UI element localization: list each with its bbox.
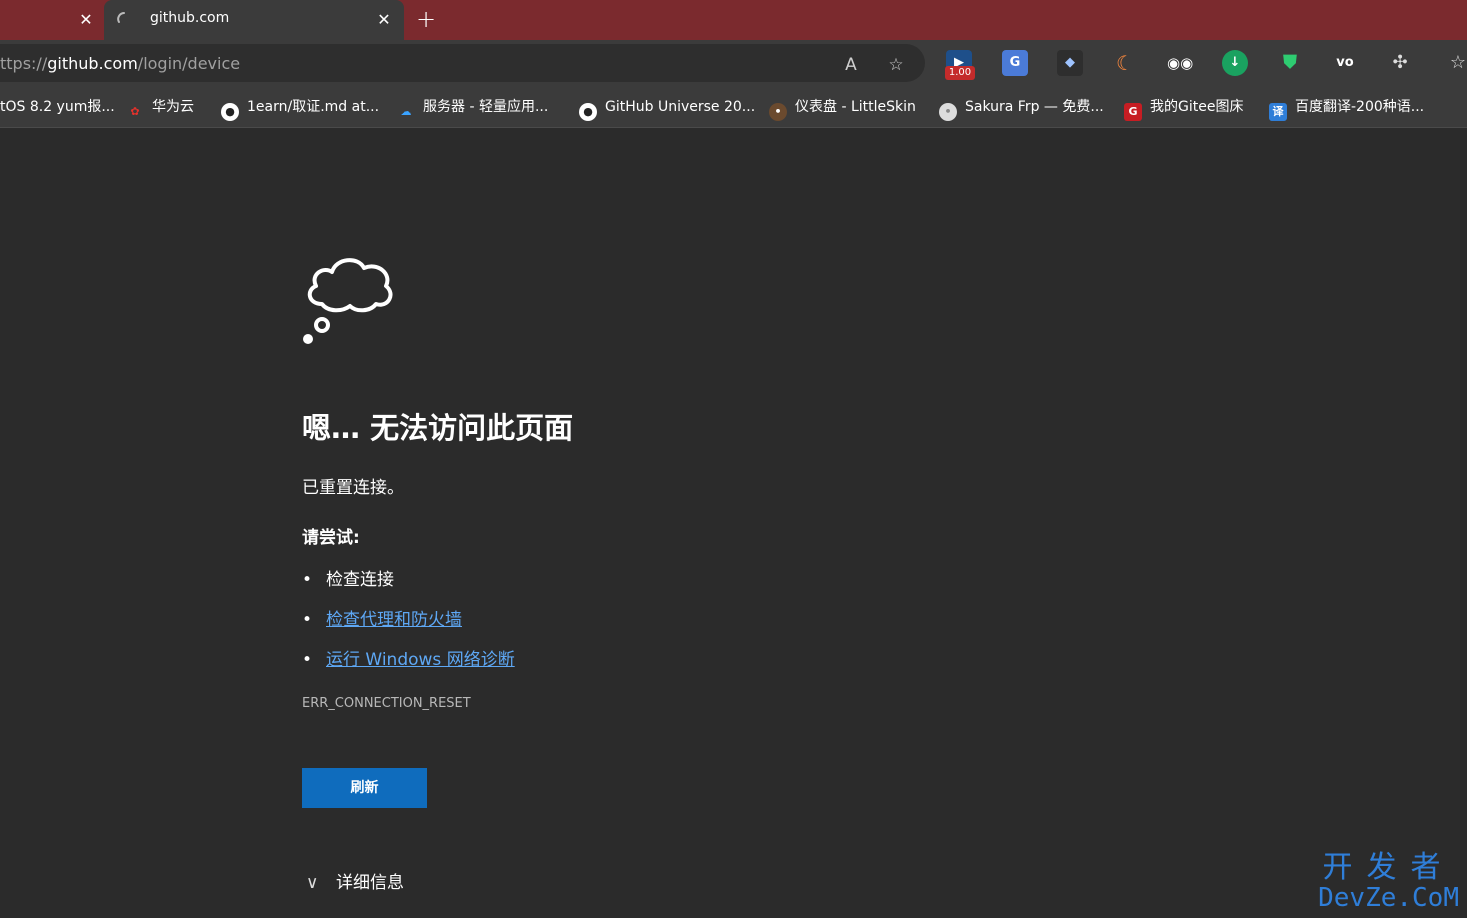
bookmark-label: 百度翻译-200种语...	[1295, 99, 1425, 115]
error-heading: 嗯… 无法访问此页面	[302, 411, 574, 445]
watermark-line1: 开发者	[1322, 850, 1455, 885]
bookmarks-bar: tOS 8.2 yum报... ✿ 华为云 ● 1earn/取证.md at... …	[0, 86, 1467, 128]
bookmark-item[interactable]: ☁ 服务器 - 轻量应用...	[397, 96, 549, 118]
windows-network-diagnostics-link[interactable]: 运行 Windows 网络诊断	[326, 650, 515, 670]
thought-cloud-icon	[303, 258, 393, 344]
bookmark-label: 仪表盘 - LittleSkin	[795, 99, 916, 115]
bookmark-item[interactable]: 译百度翻译-200种语...	[1269, 96, 1425, 121]
new-tab-button[interactable]: +	[414, 6, 438, 32]
ghostery-extension-icon[interactable]: ◆	[1057, 50, 1083, 76]
adguard-extension-icon[interactable]: ⛊	[1277, 50, 1303, 76]
tab-strip: ✕ github.com ✕ +	[0, 0, 1467, 41]
chevron-down-icon: ∨	[306, 873, 319, 893]
bookmark-label: tOS 8.2 yum报...	[0, 99, 115, 115]
tampermonkey-extension-icon[interactable]: ◉◉	[1167, 50, 1193, 76]
error-code: ERR_CONNECTION_RESET	[302, 696, 471, 711]
github-icon: ●	[579, 103, 597, 121]
bookmark-item[interactable]: tOS 8.2 yum报...	[0, 96, 115, 118]
gitee-icon: G	[1124, 103, 1142, 121]
bullet: •	[302, 610, 313, 630]
bookmark-item[interactable]: ✿ 华为云	[126, 96, 194, 118]
bookmark-label: Sakura Frp — 免费...	[965, 99, 1104, 115]
extension-badge: 1.00	[945, 66, 975, 80]
loading-spinner-icon	[117, 12, 125, 23]
bookmark-label: 服务器 - 轻量应用...	[423, 99, 549, 115]
vue-devtools-extension-icon[interactable]: vo	[1332, 50, 1358, 76]
bookmark-item[interactable]: G 我的Gitee图床	[1124, 96, 1244, 121]
bookmark-item[interactable]: ● 1earn/取证.md at...	[221, 96, 380, 121]
suggestion-item: • 运行 Windows 网络诊断	[302, 645, 515, 670]
address-bar[interactable]: ttps://github.com/login/device A ☆	[0, 44, 925, 82]
cloud-icon: ☁	[400, 105, 412, 118]
download-extension-icon[interactable]: ↓	[1222, 50, 1248, 76]
read-aloud-icon[interactable]: A	[840, 54, 862, 76]
bullet: •	[302, 570, 313, 590]
bookmark-item[interactable]: • 仪表盘 - LittleSkin	[769, 96, 916, 121]
bookmark-label: GitHub Universe 20...	[605, 99, 756, 115]
extensions-icon[interactable]: ✣	[1387, 50, 1413, 76]
watermark-logo: 开发者 DevZe.CoM	[1318, 850, 1459, 913]
url-path: /login/device	[137, 54, 241, 73]
dark-mode-extension-icon[interactable]: ☾	[1112, 50, 1138, 76]
sakura-frp-icon: •	[939, 103, 957, 121]
url-host: github.com	[47, 54, 138, 73]
close-tab-icon[interactable]: ✕	[374, 10, 394, 30]
refresh-button[interactable]: 刷新	[302, 768, 427, 808]
favorites-icon[interactable]: ☆	[1445, 50, 1467, 76]
github-icon: ●	[221, 103, 239, 121]
suggestion-item: • 检查代理和防火墙	[302, 605, 462, 630]
baidu-translate-icon: 译	[1269, 103, 1287, 121]
bookmark-item[interactable]: ● GitHub Universe 20...	[579, 96, 756, 121]
bookmark-label: 华为云	[152, 99, 194, 115]
close-tab-icon[interactable]: ✕	[76, 10, 96, 30]
tab-active[interactable]: github.com ✕	[104, 0, 404, 41]
details-label: 详细信息	[336, 873, 404, 893]
bullet: •	[302, 650, 313, 670]
error-message: 已重置连接。	[302, 478, 404, 498]
bookmark-label: 我的Gitee图床	[1150, 99, 1244, 115]
huawei-icon: ✿	[130, 105, 140, 118]
error-page	[0, 129, 1467, 918]
suggestion-item: • 检查连接	[302, 565, 394, 590]
bookmark-label: 1earn/取证.md at...	[247, 99, 380, 115]
suggestion-text: 检查连接	[326, 570, 394, 590]
translate-extension-icon[interactable]: G	[1002, 50, 1028, 76]
url-text[interactable]: ttps://github.com/login/device	[0, 54, 240, 73]
tab-previous[interactable]: ✕	[0, 0, 104, 40]
toolbar: ttps://github.com/login/device A ☆ ▶ G ◆…	[0, 40, 1467, 86]
try-label: 请尝试:	[302, 528, 360, 548]
url-scheme: ttps://	[0, 54, 48, 73]
tab-title: github.com	[150, 10, 230, 26]
details-toggle[interactable]: ∨ 详细信息	[306, 868, 404, 893]
littleskin-icon: •	[769, 103, 787, 121]
add-favorite-icon[interactable]: ☆	[885, 54, 907, 76]
check-proxy-firewall-link[interactable]: 检查代理和防火墙	[326, 610, 462, 630]
watermark-line2: DevZe.CoM	[1318, 883, 1459, 913]
bookmark-item[interactable]: • Sakura Frp — 免费...	[939, 96, 1104, 121]
